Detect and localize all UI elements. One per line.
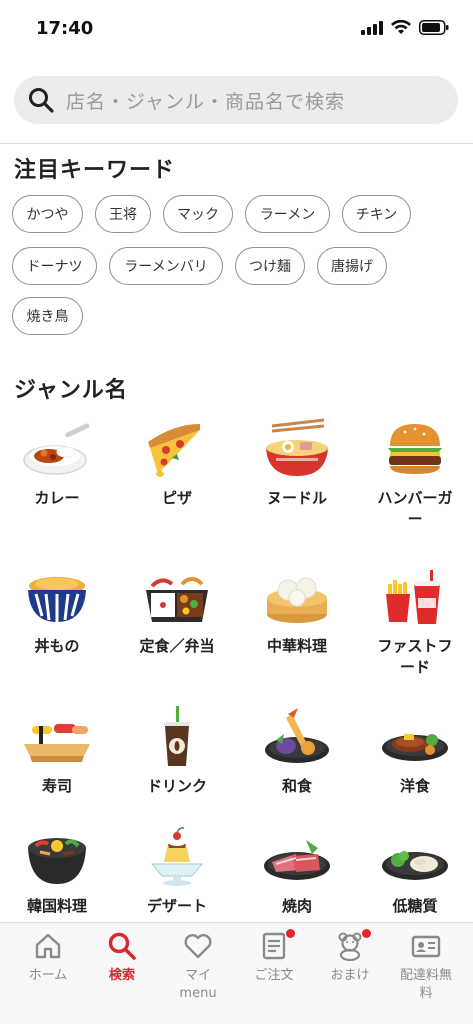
genre-yakiniku[interactable]: 焼肉	[242, 826, 352, 917]
genre-dessert[interactable]: デザート	[122, 826, 232, 917]
genre-label: 定食／弁当	[139, 637, 215, 655]
signal-icon	[361, 20, 383, 35]
heart-icon	[183, 931, 213, 961]
search-placeholder: 店名・ジャンル・商品名で検索	[66, 90, 346, 113]
genre-chinese[interactable]: 中華料理	[242, 566, 352, 657]
card-icon	[411, 931, 441, 961]
genre-label: 丼もの	[34, 637, 80, 655]
genre-label: デザート	[146, 897, 207, 915]
status-bar: 17:40	[0, 0, 473, 60]
notification-badge	[362, 929, 371, 938]
tab-bar: ホーム 検索 マイ menu ご注文 おまけ 配達料無 料	[0, 922, 473, 1024]
status-time: 17:40	[36, 18, 94, 39]
genre-western[interactable]: 洋食	[360, 706, 470, 797]
genre-sushi[interactable]: 寿司	[2, 706, 112, 797]
keyword-chip[interactable]: マック	[163, 195, 233, 233]
pizza-icon	[148, 424, 200, 477]
tab-label: マイ menu	[179, 968, 217, 1001]
genre-label: ヌードル	[266, 489, 327, 507]
genre-noodle[interactable]: ヌードル	[242, 418, 352, 509]
genre-label: 韓国料理	[26, 897, 87, 915]
fast-food-icon	[386, 570, 440, 624]
search-input[interactable]: 店名・ジャンル・商品名で検索	[14, 76, 458, 124]
genre-label: 洋食	[399, 777, 430, 795]
bento-icon	[146, 577, 208, 622]
status-icons	[361, 20, 449, 35]
genre-label: 中華料理	[266, 637, 327, 655]
tab-home[interactable]: ホーム	[10, 931, 86, 985]
noodle-icon	[266, 418, 328, 476]
bear-icon	[335, 929, 371, 962]
keyword-chip[interactable]: ドーナツ	[12, 247, 97, 285]
sushi-icon	[24, 724, 90, 762]
genre-label: ドリンク	[146, 777, 207, 795]
tab-label: 配達料無料	[399, 968, 452, 1001]
genres-title: ジャンル名	[14, 378, 128, 403]
home-icon	[33, 931, 63, 961]
wifi-icon	[391, 20, 411, 34]
order-icon	[259, 929, 295, 961]
genre-japanese[interactable]: 和食	[242, 706, 352, 797]
keyword-chip[interactable]: ラーメンバリ	[109, 247, 223, 285]
curry-icon	[23, 423, 90, 475]
search-icon	[107, 931, 137, 961]
genre-hamburger[interactable]: ハンバーガー	[360, 418, 470, 530]
genre-label: 寿司	[41, 777, 72, 795]
genre-pizza[interactable]: ピザ	[122, 418, 232, 509]
tab-bonus[interactable]: おまけ	[312, 929, 388, 985]
tab-label: ご注文	[254, 968, 294, 983]
battery-icon	[419, 20, 449, 35]
genre-label: ハンバーガー	[377, 489, 453, 528]
pudding-icon	[150, 827, 204, 886]
drink-icon	[164, 706, 190, 766]
genre-fast-food[interactable]: ファストフード	[360, 566, 470, 678]
hamburger-icon	[388, 424, 442, 474]
genre-label: ピザ	[161, 489, 192, 507]
genre-label: カレー	[34, 489, 80, 507]
tab-label: おまけ	[330, 968, 370, 983]
genre-label: 低糖質	[392, 897, 438, 915]
low-carb-icon	[382, 851, 448, 880]
tempura-icon	[265, 708, 329, 763]
keyword-chip[interactable]: 唐揚げ	[317, 247, 387, 285]
genre-label: ファストフード	[377, 637, 453, 676]
keyword-chip[interactable]: つけ麺	[235, 247, 305, 285]
divider	[0, 143, 473, 144]
keyword-chip[interactable]: かつや	[12, 195, 83, 233]
tab-orders[interactable]: ご注文	[236, 929, 312, 985]
steak-icon	[382, 734, 448, 761]
tab-search[interactable]: 検索	[84, 931, 160, 985]
tab-free-delivery[interactable]: 配達料無料	[388, 931, 464, 1003]
yakiniku-icon	[264, 840, 330, 880]
keyword-chip[interactable]: チキン	[342, 195, 411, 233]
tab-label: ホーム	[28, 968, 68, 983]
genre-bento[interactable]: 定食／弁当	[122, 566, 232, 657]
genre-label: 焼肉	[281, 897, 312, 915]
search-icon	[29, 88, 54, 113]
tab-my-menu[interactable]: マイ menu	[160, 931, 236, 1003]
bibimbap-icon	[28, 838, 86, 884]
genre-label: 和食	[281, 777, 312, 795]
genre-korean[interactable]: 韓国料理	[2, 826, 112, 917]
genre-low-carb[interactable]: 低糖質	[360, 826, 470, 917]
tab-label: 検索	[108, 968, 135, 983]
dim-sum-icon	[267, 577, 327, 623]
keyword-chip[interactable]: ラーメン	[245, 195, 330, 233]
notification-badge	[286, 929, 295, 938]
donburi-icon	[28, 577, 86, 622]
keyword-chip[interactable]: 焼き鳥	[12, 297, 83, 335]
genre-curry[interactable]: カレー	[2, 418, 112, 509]
keyword-chip[interactable]: 王将	[95, 195, 151, 233]
genre-donburi[interactable]: 丼もの	[2, 566, 112, 657]
keywords-title: 注目キーワード	[14, 158, 176, 183]
genre-drink[interactable]: ドリンク	[122, 706, 232, 797]
